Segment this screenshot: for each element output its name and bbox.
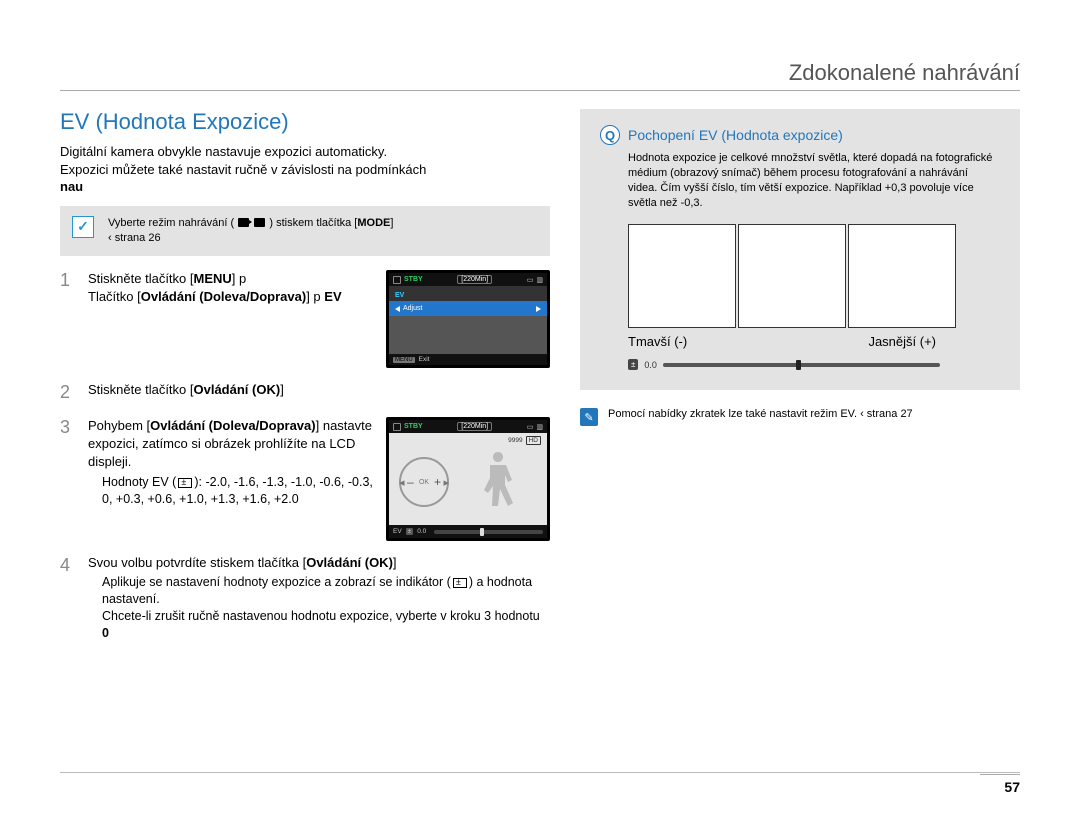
exposure-slider-bar (663, 363, 940, 367)
steps-list: 1 Stiskněte tlačítko [MENU] p Tlačítko [… (60, 270, 550, 642)
s1-pre: Stiskněte tlačítko [ (88, 271, 194, 286)
s3-subpre: Hodnoty EV ( (102, 475, 176, 489)
label-dark: Tmavší (-) (628, 334, 687, 349)
lcd1-arrow-right-icon (536, 306, 541, 312)
lcd2-time: [220Min] (457, 422, 492, 431)
ev-inline-icon (178, 478, 192, 488)
step-num-2: 2 (60, 382, 78, 403)
hint-icon: Q (600, 125, 620, 145)
modebox-post: ) stiskem tlačítka [ (269, 217, 357, 229)
exposure-samples (600, 224, 1000, 328)
camera-icon (254, 218, 265, 227)
s4-bold: Ovládání (OK) (306, 555, 393, 570)
lcd1-stby: STBY (404, 276, 423, 283)
step-3: 3 Pohybem [Ovládání (Doleva/Doprava)] na… (60, 417, 550, 541)
dial-arrow-left-icon: ◂ (399, 476, 405, 489)
note-row: ✎ Pomocí nabídky zkratek lze také nastav… (580, 408, 1020, 426)
lcd2-ev-badge: ± (406, 528, 414, 535)
intro-line1: Digitální kamera obvykle nastavuje expoz… (60, 144, 387, 159)
left-column: EV (Hodnota Expozice) Digitální kamera o… (60, 109, 550, 785)
lcd-screenshot-2: STBY [220Min] ▭ ▥ (386, 417, 550, 541)
slider-val: 0.0 (644, 360, 657, 370)
lcd1-time: [220Min] (457, 275, 492, 284)
step-4: 4 Svou volbu potvrdíte stiskem tlačítka … (60, 555, 550, 642)
step-num-1: 1 (60, 270, 78, 368)
s1-l2bold: Ovládání (Doleva/Doprava) (141, 289, 306, 304)
s1-menu: MENU (194, 271, 232, 286)
lcd1-ev-row: EV (389, 290, 547, 301)
s1-l2pre: Tlačítko [ (88, 289, 141, 304)
exposure-sample-mid (738, 224, 846, 328)
lcd2-hd-icon: HD (526, 436, 541, 445)
modebox-ref: ‹ strana 26 (108, 232, 161, 244)
lcd1-card-icon: ▭ (527, 276, 534, 284)
lcd2-count: 9999 (508, 437, 522, 444)
mode-select-box: ✓ Vyberte režim nahrávání ( ) stiskem tl… (60, 206, 550, 257)
ev-inline-icon-2 (453, 578, 467, 588)
dial-arrow-right-icon: ▸ (443, 476, 449, 489)
footer-rule (60, 772, 1020, 773)
videocam-icon (238, 218, 249, 227)
s2-pre: Stiskněte tlačítko [ (88, 382, 194, 397)
lcd2-stby: STBY (404, 423, 423, 430)
lcd2-rec-icon (393, 423, 401, 431)
lcd1-menu-badge: MENU (393, 357, 415, 363)
exposure-slider-row: ± 0.0 (600, 359, 940, 370)
modebox-end: ] (390, 217, 393, 229)
right-column: Q Pochopení EV (Hodnota expozice) Hodnot… (580, 109, 1020, 785)
s4-sub1: Aplikuje se nastavení hodnoty expozice a… (102, 575, 451, 589)
page-header: Zdokonalené nahrávání (60, 60, 1020, 91)
info-text: Hodnota expozice je celkové množství svě… (600, 151, 1000, 210)
lcd2-ev-label: EV (393, 528, 402, 535)
lcd1-adjust: Adjust (403, 305, 422, 312)
s4-pre: Svou volbu potvrdíte stiskem tlačítka [ (88, 555, 306, 570)
s2-post: ] (280, 382, 284, 397)
step-num-4: 4 (60, 555, 78, 642)
check-icon: ✓ (72, 216, 94, 238)
lcd2-ev-val: 0.0 (417, 528, 426, 535)
lcd1-arrow-left-icon (395, 306, 400, 312)
label-bright: Jasnější (+) (868, 334, 936, 349)
exposure-sample-dark (628, 224, 736, 328)
exposure-sample-bright (848, 224, 956, 328)
intro-text: Digitální kamera obvykle nastavuje expoz… (60, 143, 550, 196)
info-box: Q Pochopení EV (Hodnota expozice) Hodnot… (580, 109, 1020, 390)
lcd1-rec-icon (393, 276, 401, 284)
s3-bold: Ovládání (Doleva/Doprava) (150, 418, 315, 433)
note-text: Pomocí nabídky zkratek lze také nastavit… (608, 408, 913, 420)
step-num-3: 3 (60, 417, 78, 541)
s4-sub2pre: Chcete-li zrušit ručně nastavenou hodnot… (102, 609, 540, 623)
s2-bold: Ovládání (OK) (194, 382, 281, 397)
lcd2-control-dial: ◂ – + ▸ (399, 457, 449, 507)
note-icon: ✎ (580, 408, 598, 426)
lcd2-battery-icon: ▥ (536, 423, 543, 431)
lcd-screenshot-1: STBY [220Min] ▭ ▥ EV (386, 270, 550, 368)
info-title: Pochopení EV (Hodnota expozice) (628, 127, 843, 143)
modebox-pre: Vyberte režim nahrávání ( (108, 217, 234, 229)
step-2: 2 Stiskněte tlačítko [Ovládání (OK)] (60, 382, 550, 403)
intro-line2: Expozici můžete také nastavit ručně v zá… (60, 162, 426, 177)
intro-bold: nau (60, 178, 550, 196)
modebox-btn: MODE (357, 217, 390, 229)
lcd2-card-icon: ▭ (527, 423, 534, 431)
s1-l2post: ] p (306, 289, 324, 304)
s4-sub2bold: 0 (102, 626, 109, 640)
lcd1-exit: Exit (419, 356, 430, 363)
step-1: 1 Stiskněte tlačítko [MENU] p Tlačítko [… (60, 270, 550, 368)
s3-pre: Pohybem [ (88, 418, 150, 433)
s4-post: ] (393, 555, 397, 570)
section-title: EV (Hodnota Expozice) (60, 109, 550, 135)
s1-ev: EV (324, 289, 341, 304)
lcd1-adjust-row: Adjust (389, 301, 547, 316)
lcd1-battery-icon: ▥ (536, 276, 543, 284)
silhouette-icon (471, 447, 525, 517)
ev-badge-icon: ± (628, 359, 638, 370)
page-number: 57 (980, 774, 1020, 795)
s1-post: ] p (232, 271, 246, 286)
lcd2-slider (434, 530, 543, 534)
